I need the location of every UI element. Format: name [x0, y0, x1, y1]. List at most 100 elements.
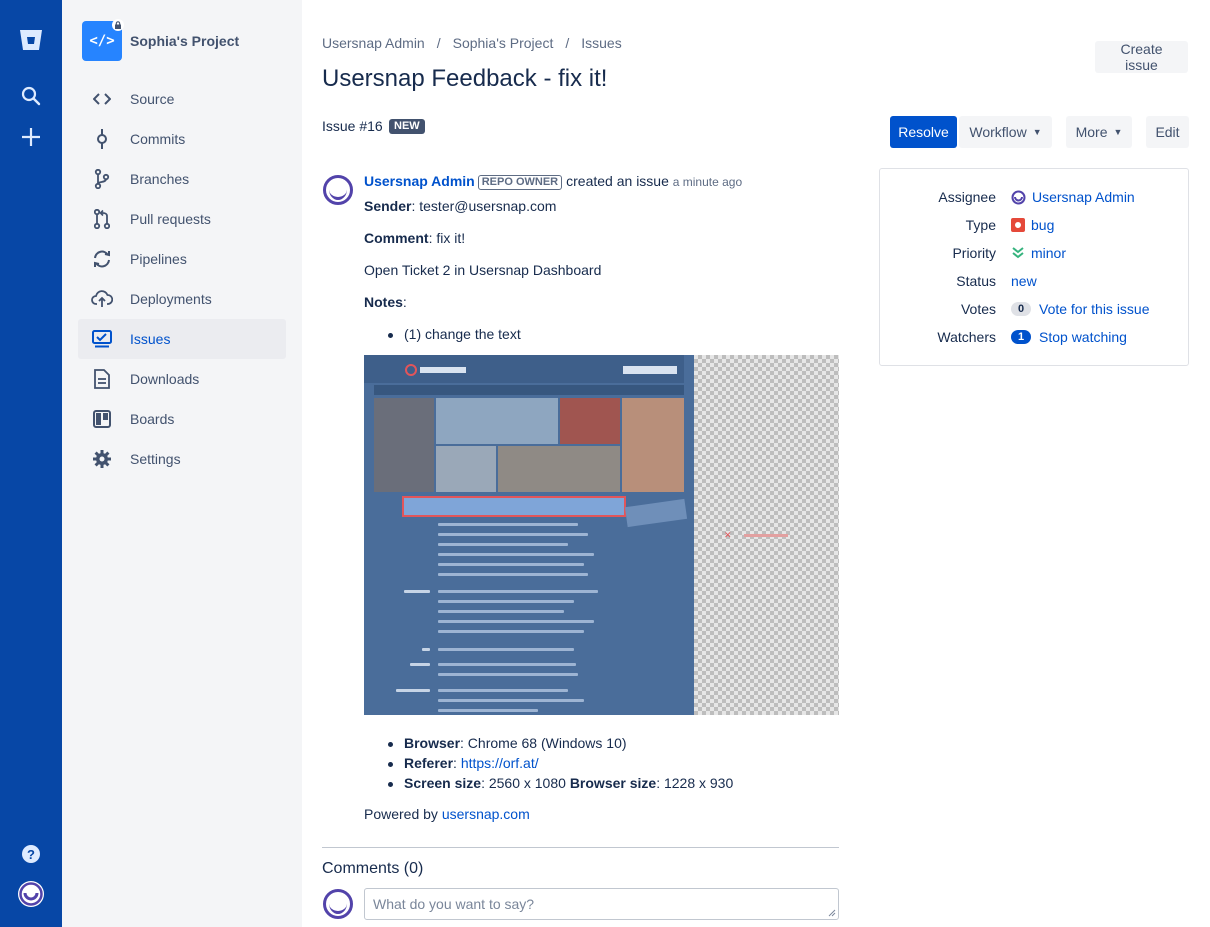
pipelines-icon	[90, 247, 114, 271]
browser-size-label: Browser size	[569, 775, 657, 791]
repo-owner-lozenge: REPO OWNER	[477, 175, 563, 190]
sidebar-item-source[interactable]: Source	[78, 79, 286, 119]
screenshot-text-row	[438, 630, 584, 633]
create-issue-button[interactable]: Create issue	[1095, 41, 1188, 73]
svg-text:?: ?	[27, 847, 35, 862]
assignee-name: Usersnap Admin	[1032, 189, 1135, 205]
global-nav: ?	[0, 0, 62, 927]
breadcrumb: Usersnap Admin / Sophia's Project / Issu…	[322, 35, 622, 51]
referer-item: Referer: https://orf.at/	[388, 755, 539, 771]
vote-link[interactable]: Vote for this issue	[1039, 301, 1150, 317]
breadcrumb-item-project[interactable]: Sophia's Project	[453, 35, 554, 51]
dashboard-link[interactable]: Open Ticket 2 in Usersnap Dashboard	[364, 262, 601, 278]
breadcrumb-item-issues[interactable]: Issues	[581, 35, 621, 51]
screenshot-text-row	[438, 699, 584, 702]
screenshot-text-row	[438, 573, 588, 576]
comment-input[interactable]	[364, 888, 839, 920]
create-plus-icon[interactable]	[15, 121, 47, 153]
stop-watching-link[interactable]: Stop watching	[1039, 329, 1127, 345]
screenshot-text-row	[438, 563, 584, 566]
screenshot-text-row	[438, 543, 568, 546]
workflow-dropdown-button[interactable]: Workflow ▼	[959, 116, 1052, 148]
screen-size-label: Screen size	[404, 775, 482, 791]
workflow-label: Workflow	[969, 124, 1027, 140]
edit-button[interactable]: Edit	[1146, 116, 1189, 148]
status-row: Status new	[880, 271, 1190, 291]
type-label: Type	[965, 217, 996, 233]
screenshot-text-row	[438, 523, 578, 526]
screenshot-text-row	[438, 533, 588, 536]
sidebar-item-settings[interactable]: Settings	[78, 439, 286, 479]
chevron-down-icon: ▼	[1113, 127, 1123, 137]
sidebar-item-issues[interactable]: Issues	[78, 319, 286, 359]
resolve-button[interactable]: Resolve	[890, 116, 957, 148]
sidebar-item-label: Boards	[130, 411, 175, 427]
watchers-row: Watchers 1 Stop watching	[880, 327, 1190, 347]
referer-label: Referer	[404, 755, 454, 771]
user-avatar-icon[interactable]	[15, 878, 47, 910]
status-label: Status	[956, 273, 996, 289]
chevron-down-icon: ▼	[1032, 127, 1042, 137]
type-value[interactable]: bug	[1011, 217, 1054, 233]
screenshot-tile	[560, 398, 620, 444]
screenshot-text-row	[438, 590, 598, 593]
status-value[interactable]: new	[1011, 273, 1037, 289]
bitbucket-logo-icon[interactable]	[15, 24, 47, 56]
sidebar-item-branches[interactable]: Branches	[78, 159, 286, 199]
project-name[interactable]: Sophia's Project	[130, 33, 239, 49]
usersnap-link[interactable]: usersnap.com	[442, 806, 530, 822]
priority-row: Priority minor	[880, 243, 1190, 263]
help-icon[interactable]: ?	[15, 838, 47, 870]
deployments-icon	[90, 287, 114, 311]
screenshot-tile	[436, 398, 558, 444]
action-text: created an issue	[566, 173, 669, 189]
attached-screenshot-image[interactable]: ✕	[364, 355, 839, 715]
comment-line: Comment: fix it!	[364, 230, 465, 246]
settings-icon	[90, 447, 114, 471]
priority-value[interactable]: minor	[1011, 245, 1066, 261]
more-dropdown-button[interactable]: More ▼	[1066, 116, 1132, 148]
resize-handle-icon[interactable]	[828, 909, 836, 917]
sidebar-item-label: Settings	[130, 451, 181, 467]
screenshot-logo-bar	[420, 367, 466, 373]
issues-icon	[90, 327, 114, 351]
code-icon	[90, 87, 114, 111]
sidebar-item-downloads[interactable]: Downloads	[78, 359, 286, 399]
private-lock-icon	[112, 19, 124, 31]
sidebar-item-commits[interactable]: Commits	[78, 119, 286, 159]
referer-colon: :	[453, 755, 461, 771]
screenshot-text-row	[438, 689, 568, 692]
watchers-value: 1 Stop watching	[1011, 329, 1127, 345]
screenshot-text-row	[438, 648, 574, 651]
comments-title: Comments (0)	[322, 860, 424, 877]
votes-count: 0	[1011, 302, 1031, 316]
sidebar-item-pull-requests[interactable]: Pull requests	[78, 199, 286, 239]
issue-details-panel: Assignee Usersnap Admin Type bug Priorit…	[879, 168, 1189, 366]
author-avatar[interactable]	[323, 175, 353, 205]
priority-minor-icon	[1011, 246, 1025, 260]
breadcrumb-separator: /	[436, 35, 441, 51]
sidebar-item-label: Issues	[130, 331, 171, 347]
timestamp: a minute ago	[672, 175, 743, 189]
screenshot-close-mark-icon: ✕	[724, 530, 732, 540]
author-link[interactable]: Usersnap Admin	[364, 173, 475, 189]
search-icon[interactable]	[15, 80, 47, 112]
watchers-count: 1	[1011, 330, 1031, 344]
assignee-value[interactable]: Usersnap Admin	[1011, 189, 1135, 205]
votes-label: Votes	[960, 301, 996, 317]
sidebar-item-label: Branches	[130, 171, 190, 187]
sidebar-item-boards[interactable]: Boards	[78, 399, 286, 439]
notes-line: Notes:	[364, 294, 407, 310]
notes-colon: :	[402, 294, 407, 310]
screenshot-sticker	[624, 498, 688, 528]
browser-value: : Chrome 68 (Windows 10)	[460, 735, 627, 751]
referer-link[interactable]: https://orf.at/	[461, 755, 539, 771]
screenshot-section-label	[404, 590, 430, 593]
type-name: bug	[1031, 217, 1055, 233]
powered-by-line: Powered by usersnap.com	[364, 806, 530, 822]
votes-value: 0 Vote for this issue	[1011, 301, 1150, 317]
issue-number: Issue #16	[322, 118, 383, 134]
breadcrumb-item-owner[interactable]: Usersnap Admin	[322, 35, 425, 51]
sidebar-item-pipelines[interactable]: Pipelines	[78, 239, 286, 279]
sidebar-item-deployments[interactable]: Deployments	[78, 279, 286, 319]
